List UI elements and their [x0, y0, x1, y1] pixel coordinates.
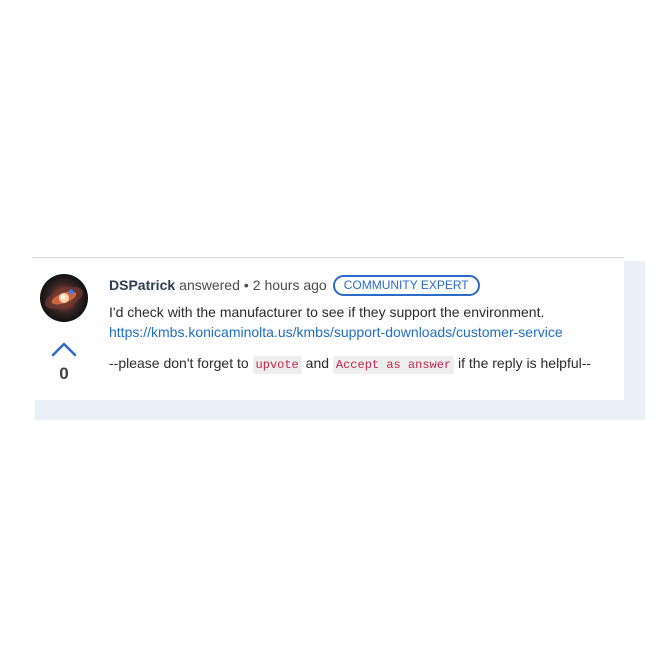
- answer-time: 2 hours ago: [252, 277, 327, 293]
- signature-prefix: --please don't forget to: [109, 355, 249, 371]
- answered-label: answered: [179, 277, 240, 293]
- upvote-code: upvote: [252, 356, 302, 374]
- page: 0 DSPatrick answered • 2 hours ago COMMU…: [0, 0, 660, 660]
- chevron-up-icon: [51, 342, 77, 357]
- answer-content: DSPatrick answered • 2 hours ago COMMUNI…: [109, 274, 621, 376]
- upvote-button[interactable]: [50, 340, 78, 358]
- signature-suffix: if the reply is helpful--: [458, 355, 592, 371]
- answer-meta: DSPatrick answered • 2 hours ago COMMUNI…: [109, 274, 621, 296]
- support-link[interactable]: https://kmbs.konicaminolta.us/kmbs/suppo…: [109, 322, 621, 342]
- author-link[interactable]: DSPatrick: [109, 277, 175, 293]
- answer-card: 0 DSPatrick answered • 2 hours ago COMMU…: [32, 257, 624, 400]
- meta-separator: •: [243, 277, 249, 293]
- signature-middle: and: [305, 355, 330, 371]
- vote-count: 0: [59, 364, 69, 383]
- accept-answer-code: Accept as answer: [332, 356, 455, 374]
- avatar-image: [44, 287, 84, 309]
- avatar[interactable]: [40, 274, 88, 322]
- community-expert-badge: COMMUNITY EXPERT: [332, 274, 480, 296]
- answer-body: I'd check with the manufacturer to see i…: [109, 304, 545, 320]
- answer-signature: --please don't forget to upvote and Acce…: [109, 352, 621, 376]
